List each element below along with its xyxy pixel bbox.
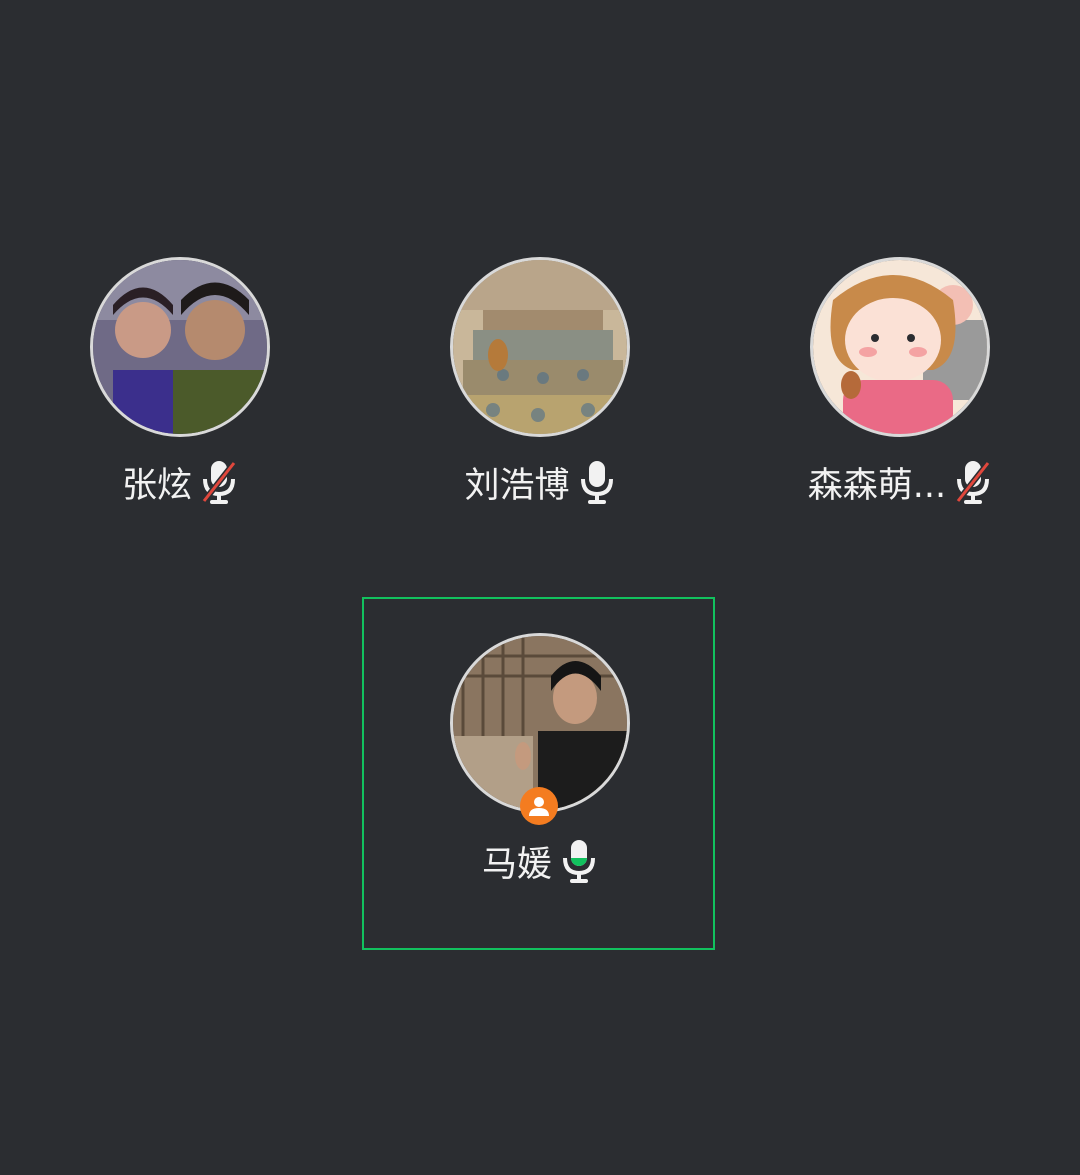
participant-avatar [450, 633, 630, 813]
participant-tile[interactable]: 张炫 [60, 257, 300, 517]
participant-name: 刘浩博 [464, 465, 570, 506]
participant-name: 马媛 [481, 844, 552, 885]
participant-name-row: 森森萌... [780, 459, 1020, 506]
participant-name-row: 张炫 [60, 459, 300, 506]
participant-name: 张炫 [121, 465, 192, 506]
participant-tile[interactable]: 刘浩博 [420, 257, 660, 517]
participant-avatar [90, 257, 270, 437]
photo-couple-icon [93, 260, 267, 434]
participant-tile[interactable]: 马媛 [420, 633, 660, 893]
participant-name-row: 刘浩博 [420, 459, 660, 506]
mic-muted-icon [201, 461, 237, 504]
voice-call-stage: 张炫 刘浩博 森森萌... 马媛 [0, 0, 1080, 1175]
participant-name-row: 马媛 [420, 838, 660, 885]
photo-stairs-cat-icon [453, 260, 627, 434]
photo-woman-icon [453, 636, 627, 810]
host-badge-icon [520, 787, 558, 825]
participant-name: 森森萌... [807, 465, 947, 506]
participant-tile[interactable]: 森森萌... [780, 257, 1020, 517]
mic-speaking-icon [563, 840, 595, 883]
cartoon-girl-icon [813, 260, 987, 434]
mic-on-icon [580, 461, 613, 504]
participant-avatar [450, 257, 630, 437]
participant-avatar [810, 257, 990, 437]
mic-muted-icon [955, 461, 991, 504]
